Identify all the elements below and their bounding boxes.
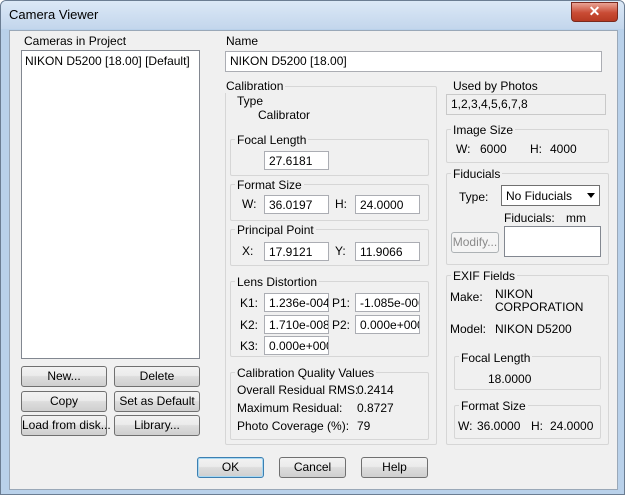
- fiducials-type-value: No Fiducials: [506, 189, 573, 203]
- fiducials-list[interactable]: [504, 226, 601, 257]
- fiducials-label: Fiducials: [451, 167, 503, 181]
- k3-label: K3:: [240, 339, 259, 353]
- p1-label: P1:: [332, 296, 351, 310]
- copy-button[interactable]: Copy: [21, 391, 107, 412]
- coverage-value: 79: [357, 419, 371, 433]
- p1-field[interactable]: -1.085e-006: [355, 293, 420, 312]
- fiducials-unit: mm: [566, 211, 586, 225]
- pp-x-label: X:: [242, 244, 254, 258]
- principal-point-label: Principal Point: [235, 223, 316, 237]
- model-value: NIKON D5200: [495, 322, 572, 336]
- max-residual-label: Maximum Residual:: [237, 401, 343, 415]
- image-w-value: 6000: [480, 142, 507, 156]
- exif-format-label: Format Size: [459, 399, 528, 413]
- k2-field[interactable]: 1.710e-008: [264, 315, 329, 334]
- ok-button[interactable]: OK: [197, 457, 264, 478]
- exif-focal-label: Focal Length: [459, 351, 533, 365]
- chevron-down-icon: [587, 193, 595, 198]
- image-size-label: Image Size: [451, 123, 516, 137]
- focal-length-label: Focal Length: [235, 133, 309, 147]
- calibration-label: Calibration: [224, 79, 286, 93]
- name-field[interactable]: NIKON D5200 [18.00]: [225, 51, 602, 72]
- exif-focal-value: 18.0000: [488, 372, 532, 386]
- exif-h-label: H:: [531, 419, 543, 433]
- camera-list[interactable]: NIKON D5200 [18.00] [Default]: [21, 50, 200, 359]
- library-button[interactable]: Library...: [114, 415, 200, 436]
- exif-w-value: 36.0000: [477, 419, 521, 433]
- image-h-label: H:: [530, 142, 542, 156]
- max-residual-value: 0.8727: [357, 401, 394, 415]
- delete-button[interactable]: Delete: [114, 366, 200, 387]
- new-button[interactable]: New...: [21, 366, 107, 387]
- close-button[interactable]: ✕: [571, 2, 618, 22]
- type-label: Type: [237, 94, 264, 108]
- p2-field[interactable]: 0.000e+000: [355, 315, 420, 334]
- k1-field[interactable]: 1.236e-004: [264, 293, 329, 312]
- exif-h-value: 24.0000: [550, 419, 594, 433]
- format-h-field[interactable]: 24.0000: [355, 195, 420, 214]
- make-value-line1: NIKON: [495, 287, 534, 301]
- window-title: Camera Viewer: [9, 7, 99, 22]
- image-h-value: 4000: [550, 142, 577, 156]
- exif-w-label: W:: [458, 419, 473, 433]
- dialog-body: Cameras in Project NIKON D5200 [18.00] […: [9, 30, 618, 490]
- format-w-field[interactable]: 36.0197: [264, 195, 329, 214]
- name-label: Name: [226, 34, 259, 48]
- p2-label: P2:: [332, 318, 351, 332]
- load-from-disk-button[interactable]: Load from disk...: [21, 415, 111, 436]
- k1-label: K1:: [240, 296, 259, 310]
- format-w-label: W:: [242, 197, 257, 211]
- cameras-label: Cameras in Project: [24, 34, 127, 48]
- fiducials-count-label: Fiducials:: [504, 211, 555, 225]
- focal-length-field[interactable]: 27.6181: [264, 151, 329, 170]
- rms-label: Overall Residual RMS:: [237, 383, 359, 397]
- coverage-label: Photo Coverage (%):: [237, 419, 350, 433]
- type-value: Calibrator: [258, 108, 311, 122]
- help-button[interactable]: Help: [361, 457, 428, 478]
- rms-value: 0.2414: [357, 383, 394, 397]
- k3-field[interactable]: 0.000e+000: [264, 336, 329, 355]
- exif-label: EXIF Fields: [451, 269, 518, 283]
- pp-y-field[interactable]: 11.9066: [355, 242, 420, 261]
- close-icon: ✕: [588, 3, 601, 19]
- format-size-label: Format Size: [235, 178, 304, 192]
- camera-list-item[interactable]: NIKON D5200 [18.00] [Default]: [25, 54, 190, 68]
- pp-y-label: Y:: [335, 244, 346, 258]
- model-label: Model:: [450, 322, 487, 336]
- modify-button[interactable]: Modify...: [451, 232, 499, 253]
- format-h-label: H:: [335, 197, 347, 211]
- make-value-line2: CORPORATION: [495, 300, 584, 314]
- title-bar[interactable]: Camera Viewer ✕: [1, 1, 624, 29]
- fiducials-type-select[interactable]: No Fiducials: [501, 185, 600, 206]
- lens-distortion-label: Lens Distortion: [235, 275, 320, 289]
- used-by-label: Used by Photos: [453, 79, 538, 93]
- make-label: Make:: [450, 290, 483, 304]
- set-default-button[interactable]: Set as Default: [114, 391, 200, 412]
- quality-label: Calibration Quality Values: [235, 366, 377, 380]
- pp-x-field[interactable]: 17.9121: [264, 242, 329, 261]
- cancel-button[interactable]: Cancel: [279, 457, 346, 478]
- fid-type-label: Type:: [459, 190, 489, 204]
- camera-viewer-window: Camera Viewer ✕ Cameras in Project NIKON…: [0, 0, 625, 495]
- image-w-label: W:: [456, 142, 471, 156]
- used-by-field: 1,2,3,4,5,6,7,8: [446, 94, 606, 115]
- k2-label: K2:: [240, 318, 259, 332]
